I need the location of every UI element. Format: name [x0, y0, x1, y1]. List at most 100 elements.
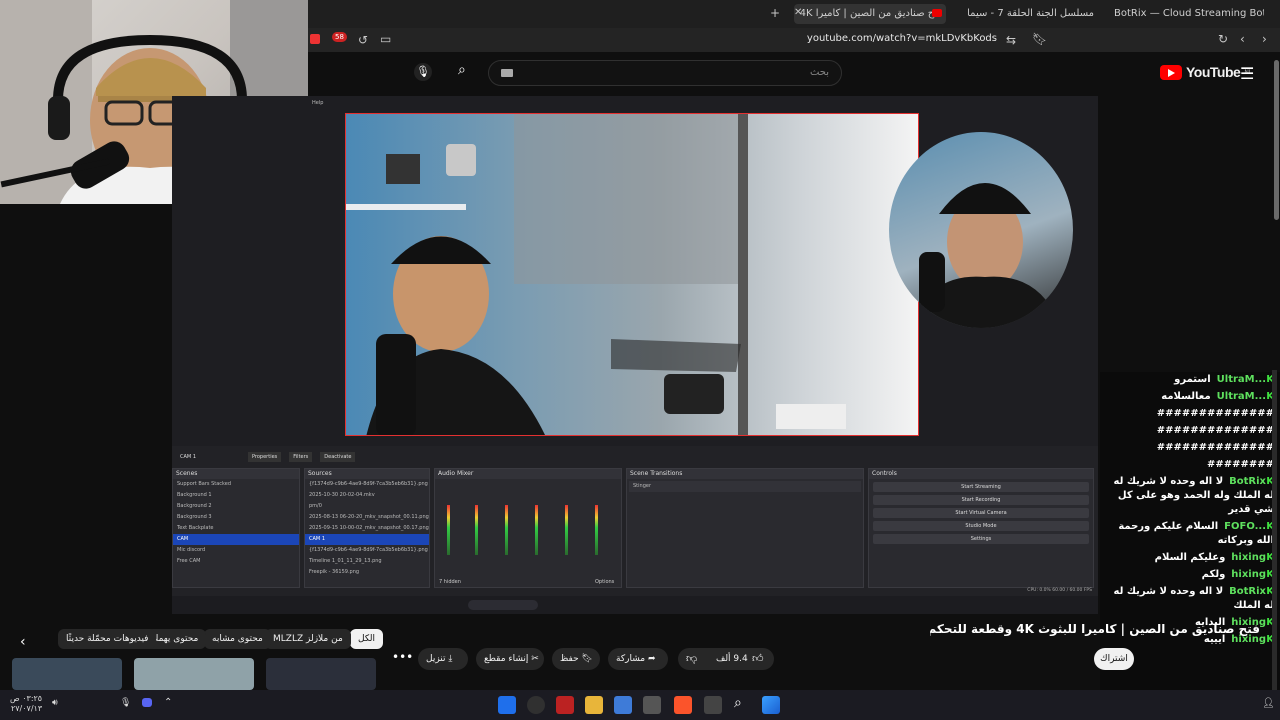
- filter-chip[interactable]: الكل: [350, 629, 384, 649]
- chips-prev-icon[interactable]: ‹: [20, 634, 26, 650]
- obs-source-item[interactable]: 2025-10-30 20-02-04.mkv: [305, 490, 429, 501]
- obs-control-button[interactable]: Studio Mode: [873, 521, 1089, 531]
- forward-icon[interactable]: ›: [1262, 33, 1267, 45]
- obs-scene-item[interactable]: Background 2: [173, 501, 299, 512]
- download-button[interactable]: تنزيل ⤓: [418, 648, 468, 670]
- obs-source-item[interactable]: pm/0: [305, 501, 429, 512]
- subscribe-button[interactable]: اشتراك: [1094, 648, 1134, 670]
- suggested-thumbnail[interactable]: [266, 658, 376, 690]
- chat-username[interactable]: FOFO...: [1224, 521, 1266, 532]
- obs-source-item[interactable]: Timeline 1_01_11_29_13.png: [305, 556, 429, 567]
- tray-discord-icon[interactable]: [142, 698, 152, 707]
- chat-text: استمرو: [1174, 374, 1211, 385]
- taskbar-app-icon[interactable]: [556, 696, 574, 714]
- chat-username[interactable]: UltraM...: [1217, 374, 1266, 385]
- obs-scene-item[interactable]: Free CAM: [173, 556, 299, 567]
- tray-overflow-icon[interactable]: ⌃: [164, 697, 172, 708]
- close-tab-icon[interactable]: ✕: [794, 8, 802, 18]
- obs-filters-button[interactable]: Filters: [289, 452, 313, 462]
- page-scrollbar[interactable]: [1274, 60, 1279, 220]
- chat-username[interactable]: BotRix: [1229, 476, 1266, 487]
- extension-icon[interactable]: [310, 34, 320, 44]
- obs-source-item[interactable]: {f1374d9-c9b6-4ae9-8d9f-7ca3b5eb6b31}.pn…: [305, 479, 429, 490]
- obs-control-button[interactable]: Start Streaming: [873, 482, 1089, 492]
- voice-search-icon[interactable]: 🎙︎: [414, 63, 432, 81]
- obs-source-item[interactable]: 2025-09-15 10-00-02_mkv_snapshot_00.17.p…: [305, 523, 429, 534]
- chat-message: Khixingوعليكم السلام: [1100, 550, 1280, 567]
- audio-options-button[interactable]: Options: [595, 579, 614, 585]
- obs-scene-item[interactable]: CAM: [173, 534, 299, 545]
- tray-volume-icon[interactable]: 🔊︎: [52, 698, 58, 708]
- taskbar-explorer-icon[interactable]: [585, 696, 603, 714]
- more-actions-icon[interactable]: •••: [392, 650, 413, 664]
- like-button[interactable]: 9.4 ألف: [716, 648, 748, 670]
- filter-chip[interactable]: من ملازلز MLZLZ: [265, 629, 351, 649]
- site-settings-icon[interactable]: ⇆: [1006, 34, 1016, 46]
- menu-icon[interactable]: ☰: [1240, 64, 1254, 83]
- tab-active[interactable]: فتح صناديق من الصين | كاميرا 4K: [794, 4, 946, 24]
- chat-message: KBotRixلا اله وحده لا شريك له له الملك و…: [1100, 474, 1280, 519]
- new-tab-icon[interactable]: +: [770, 7, 780, 19]
- obs-scene-item[interactable]: Background 3: [173, 512, 299, 523]
- inner-search-box[interactable]: [468, 600, 538, 610]
- chat-username[interactable]: BotRix: [1229, 586, 1266, 597]
- obs-menu-help: Help: [312, 100, 324, 106]
- obs-scene-item[interactable]: Text Backplate: [173, 523, 299, 534]
- tab-series[interactable]: مسلسل الجنة الحلقة 7 - سيما ماكس: [964, 4, 1094, 24]
- obs-deactivate-button[interactable]: Deactivate: [320, 452, 356, 462]
- taskbar-app-icon[interactable]: [498, 696, 516, 714]
- obs-scene-item[interactable]: Background 1: [173, 490, 299, 501]
- obs-source-item[interactable]: 2025-08-13 06-20-20_mkv_snapshot_00.11.p…: [305, 512, 429, 523]
- taskbar-clock[interactable]: ٠٣:٢٥ ص ٢٧/٠٧/١٣: [10, 694, 42, 714]
- taskbar-brave-icon[interactable]: [674, 696, 692, 714]
- taskbar-taskview-icon[interactable]: [704, 696, 722, 714]
- tray-user-icon[interactable]: 👤︎: [1262, 698, 1275, 709]
- taskbar-search-icon[interactable]: ⌕: [734, 695, 742, 711]
- share-button[interactable]: مشاركة ➦: [608, 648, 668, 670]
- url-text[interactable]: youtube.com/watch?v=mkLDvKbKods: [807, 33, 997, 44]
- obs-source-item[interactable]: Freepik - 36159.png: [305, 567, 429, 578]
- tray-mic-icon[interactable]: 🎙︎: [120, 698, 131, 708]
- reload-history-icon[interactable]: ↺: [358, 34, 368, 46]
- like-icon[interactable]: 👍︎: [752, 648, 764, 670]
- save-button[interactable]: حفظ 🔖︎: [552, 648, 600, 670]
- obs-scene-item[interactable]: Mic discord: [173, 545, 299, 556]
- chat-scrollbar[interactable]: [1272, 370, 1277, 690]
- chat-username[interactable]: UltraM...: [1217, 391, 1266, 402]
- download-label: تنزيل: [426, 654, 446, 664]
- filter-chip[interactable]: محتوى مشابه: [204, 629, 271, 649]
- obs-source-item[interactable]: CAM 1: [305, 534, 429, 545]
- taskbar-app-icon[interactable]: [643, 696, 661, 714]
- bookmark-icon[interactable]: 🔖︎: [1032, 33, 1047, 45]
- video-player[interactable]: Help CAM 1 Properties Filters Deactivate…: [172, 96, 1098, 614]
- obs-control-button[interactable]: Start Virtual Camera: [873, 508, 1089, 518]
- address-bar: 58 ↺ ▭ youtube.com/watch?v=mkLDvKbKods ⇆…: [308, 28, 1280, 52]
- dislike-icon[interactable]: 👎︎: [686, 648, 697, 670]
- audio-meter: [505, 505, 508, 555]
- tab-botrix[interactable]: BotRix — Cloud Streaming Bot for Twitch: [1114, 4, 1264, 24]
- youtube-logo[interactable]: YouTube NL: [1160, 64, 1252, 80]
- clip-button[interactable]: إنشاء مقطع ✂: [476, 648, 544, 670]
- obs-scene-item[interactable]: Support Bars Stacked: [173, 479, 299, 490]
- chat-username[interactable]: hixing: [1231, 552, 1266, 563]
- obs-control-button[interactable]: Settings: [873, 534, 1089, 544]
- start-menu-icon[interactable]: [762, 696, 780, 714]
- obs-control-button[interactable]: Start Recording: [873, 495, 1089, 505]
- taskbar-store-icon[interactable]: [614, 696, 632, 714]
- save-label: حفظ: [560, 654, 579, 664]
- transition-select[interactable]: Stinger: [629, 481, 861, 492]
- obs-properties-button[interactable]: Properties: [248, 452, 282, 462]
- chat-message: Khixingولكم: [1100, 567, 1280, 584]
- filter-chip[interactable]: فيديوهات محمّلة حديثًا: [58, 629, 157, 649]
- cast-icon[interactable]: ▭: [380, 33, 391, 45]
- suggested-thumbnail[interactable]: [12, 658, 122, 690]
- suggested-thumbnail[interactable]: [134, 658, 254, 690]
- back-icon[interactable]: ‹: [1240, 33, 1245, 45]
- reload-icon[interactable]: ↻: [1218, 33, 1228, 45]
- search-icon[interactable]: ⌕: [458, 62, 466, 78]
- chat-username[interactable]: hixing: [1231, 569, 1266, 580]
- obs-source-item[interactable]: {f1374d9-c9b6-4ae9-8d9f-7ca3b5eb6b31}.pn…: [305, 545, 429, 556]
- search-input[interactable]: بحث: [488, 60, 842, 86]
- keyboard-icon[interactable]: [501, 69, 513, 77]
- taskbar-obs-icon[interactable]: [527, 696, 545, 714]
